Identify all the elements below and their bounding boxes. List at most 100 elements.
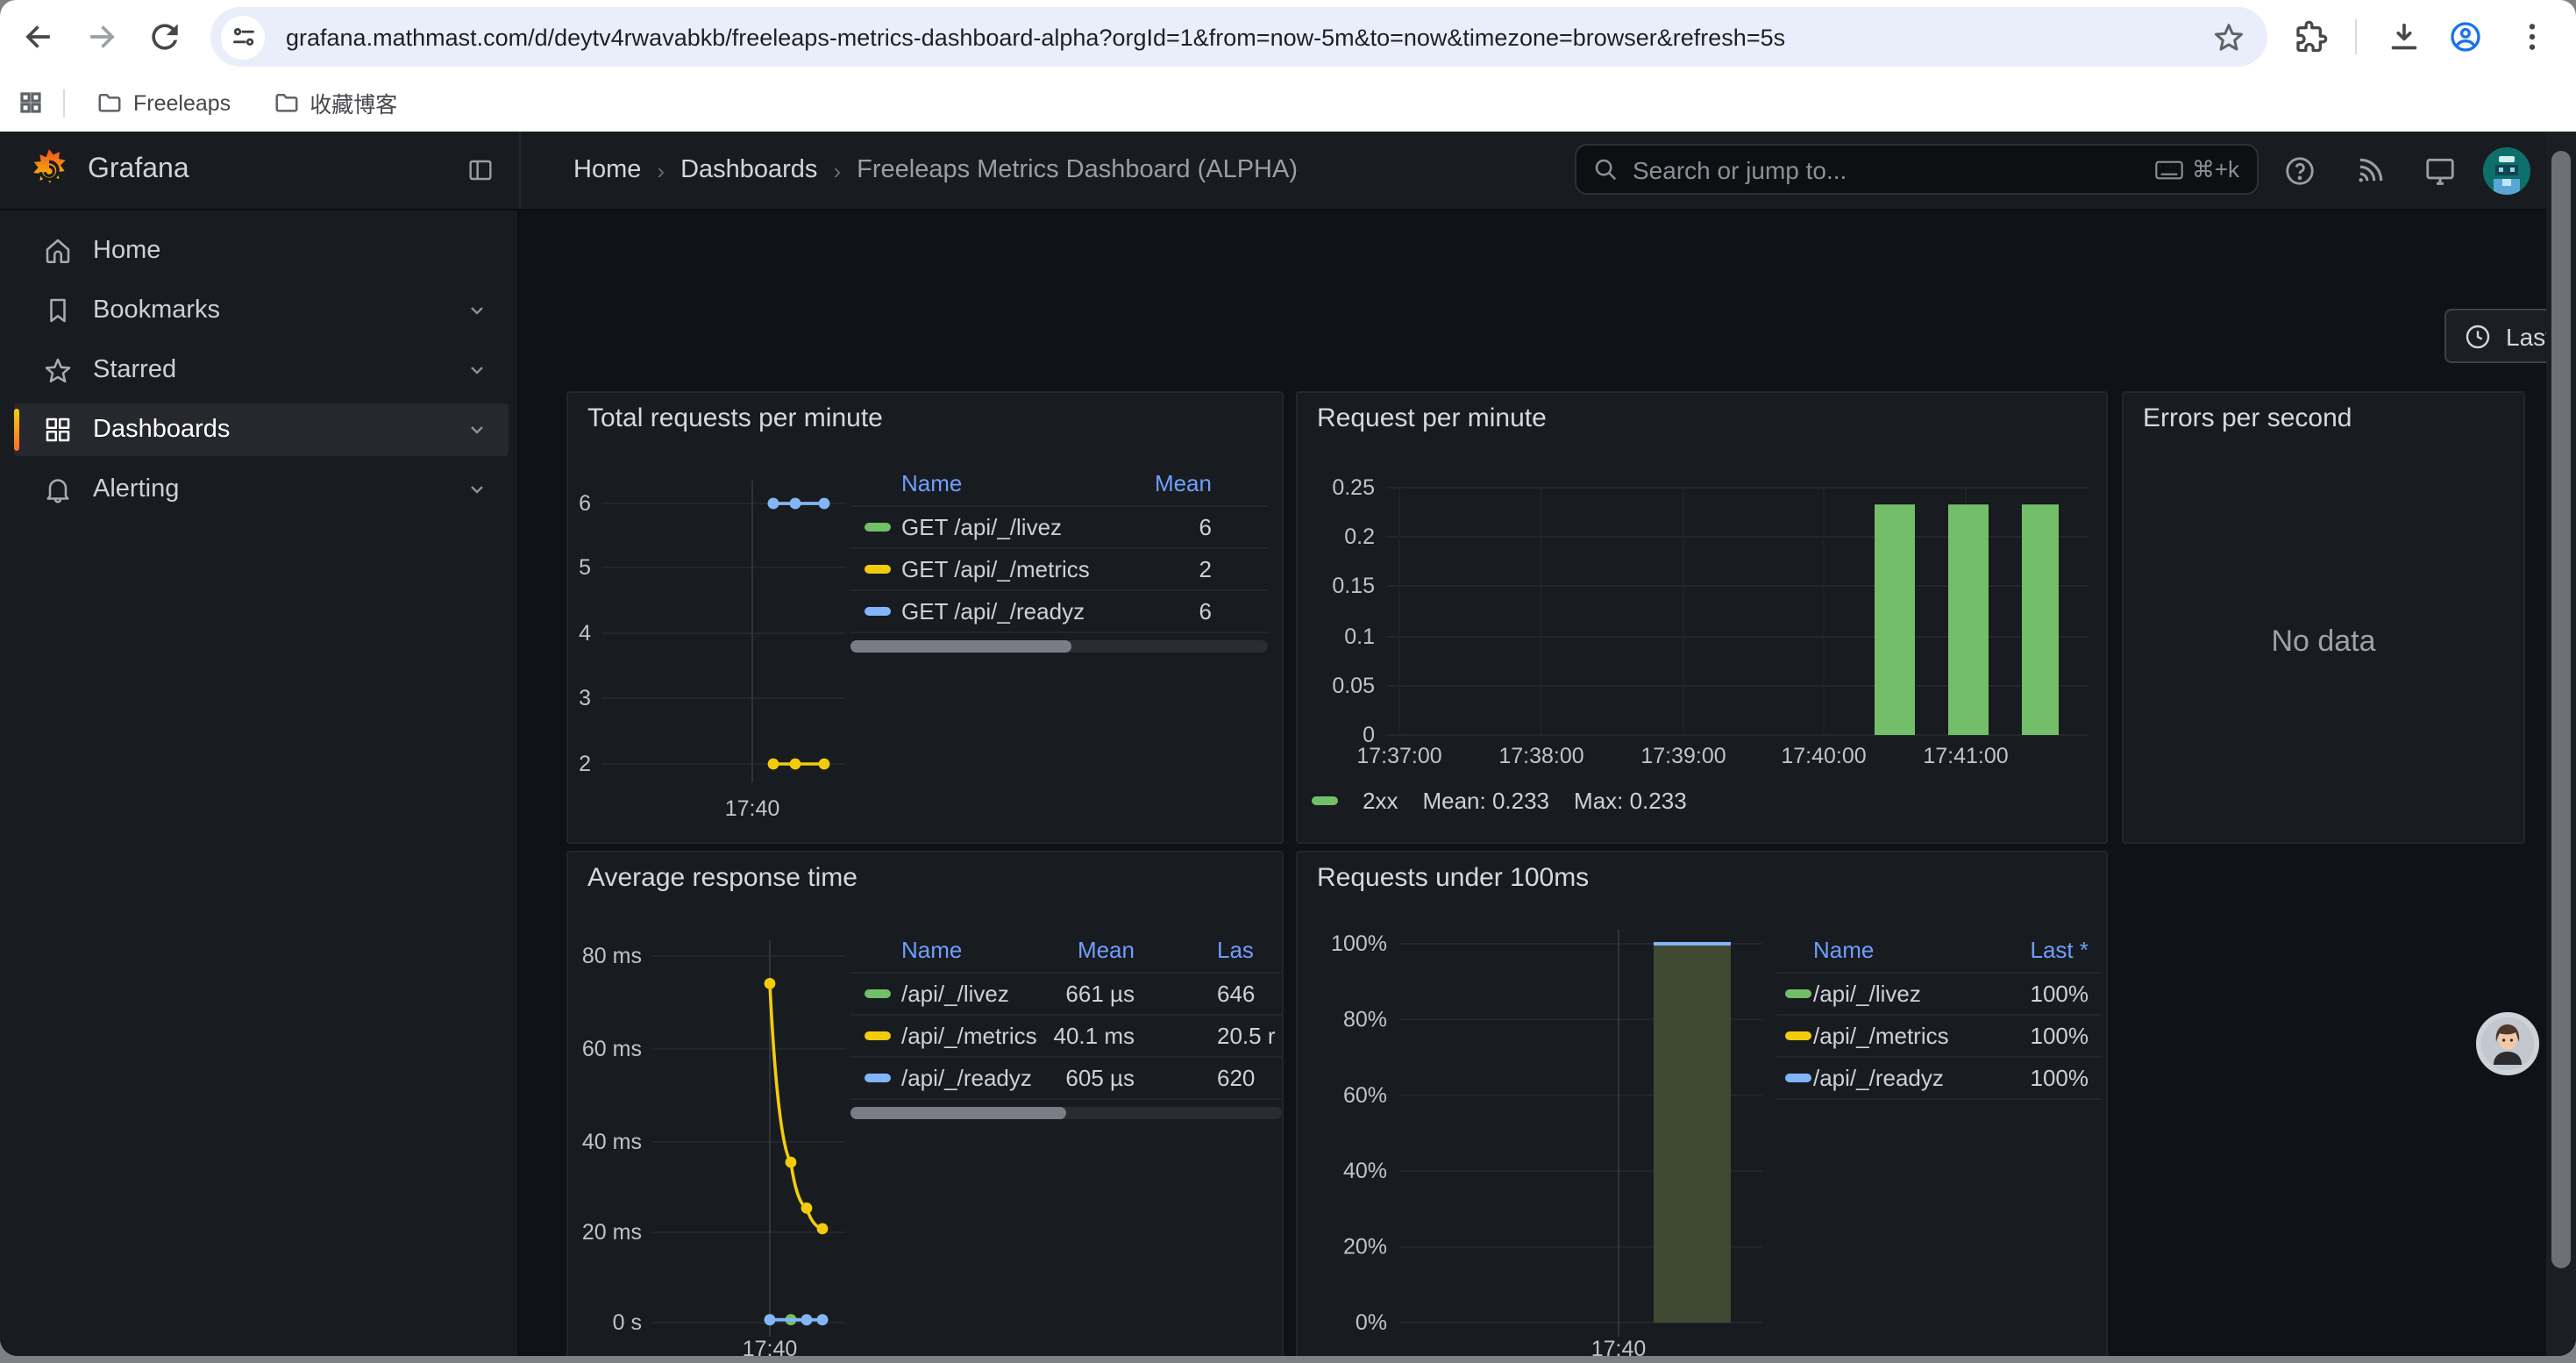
legend-row[interactable]: GET /api/_/metrics2 bbox=[850, 549, 1268, 591]
legend-scrollbar[interactable] bbox=[850, 640, 1268, 653]
folder-icon bbox=[96, 89, 123, 116]
sidebar-item-label: Home bbox=[93, 237, 509, 265]
legend-scrollbar-thumb[interactable] bbox=[850, 1107, 1066, 1119]
legend-cell: 2 bbox=[850, 549, 1212, 589]
search-input[interactable]: Search or jump to... ⌘+k bbox=[1575, 144, 2259, 195]
legend-cell: 646 bbox=[1217, 974, 1255, 1014]
help-icon[interactable] bbox=[2283, 154, 2316, 188]
breadcrumb-item[interactable]: Home bbox=[573, 156, 641, 184]
chevron-down-icon[interactable] bbox=[466, 360, 487, 381]
grafana-header: Grafana Home›Dashboards›Freeleaps Metric… bbox=[0, 132, 2576, 211]
search-placeholder: Search or jump to... bbox=[1633, 155, 2155, 183]
download-icon[interactable] bbox=[2387, 19, 2422, 54]
sidebar-item-starred[interactable]: Starred bbox=[14, 344, 509, 396]
legend-row[interactable]: /api/_/metrics100% bbox=[1776, 1016, 2101, 1058]
keyboard-icon bbox=[2155, 159, 2183, 180]
sidebar-item-dashboards[interactable]: Dashboards bbox=[14, 403, 509, 456]
legend-column-header[interactable]: Las bbox=[1217, 930, 1254, 972]
clock-icon bbox=[2464, 322, 2492, 350]
legend-row[interactable]: GET /api/_/livez6 bbox=[850, 507, 1268, 549]
profile-icon[interactable] bbox=[2448, 19, 2483, 54]
legend-header-row: NameMean bbox=[850, 463, 1268, 507]
breadcrumb-item[interactable]: Dashboards bbox=[680, 156, 817, 184]
legend-row[interactable]: /api/_/livez661 µs646 bbox=[850, 974, 1282, 1016]
svg-text:80 ms: 80 ms bbox=[582, 944, 642, 968]
svg-text:2: 2 bbox=[579, 752, 591, 776]
svg-text:20 ms: 20 ms bbox=[582, 1220, 642, 1245]
apps-grid-icon[interactable] bbox=[18, 89, 44, 116]
monitor-icon[interactable] bbox=[2423, 154, 2457, 188]
svg-text:0.2: 0.2 bbox=[1344, 525, 1375, 549]
sidebar-item-label: Dashboards bbox=[93, 416, 466, 444]
news-rss-icon[interactable] bbox=[2353, 154, 2387, 188]
panel-title: Errors per second bbox=[2143, 403, 2352, 433]
bar-chart: 0.250.20.150.10.05017:37:0017:38:0017:39… bbox=[1298, 393, 2106, 842]
page-scrollbar[interactable] bbox=[2546, 132, 2576, 1356]
legend-row[interactable]: /api/_/readyz605 µs620 bbox=[850, 1058, 1282, 1100]
legend-row[interactable]: /api/_/readyz100% bbox=[1776, 1058, 2101, 1100]
user-avatar[interactable] bbox=[2483, 147, 2530, 195]
bookmark-star-icon[interactable] bbox=[2211, 19, 2246, 54]
back-icon[interactable] bbox=[19, 18, 58, 56]
legend-cell: 6 bbox=[850, 591, 1212, 632]
legend-cell: 100% bbox=[1776, 1016, 2089, 1056]
folder-icon bbox=[273, 89, 299, 116]
scrollbar-thumb[interactable] bbox=[2551, 151, 2571, 1268]
url-bar[interactable]: grafana.mathmast.com/d/deytv4rwavabkb/fr… bbox=[210, 7, 2267, 67]
site-info-icon[interactable] bbox=[221, 15, 265, 59]
url-text: grafana.mathmast.com/d/deytv4rwavabkb/fr… bbox=[286, 24, 2211, 50]
svg-text:17:41:00: 17:41:00 bbox=[1923, 744, 2008, 768]
svg-text:40%: 40% bbox=[1343, 1159, 1387, 1183]
legend-table: NameMeanLas/api/_/livez661 µs646/api/_/m… bbox=[850, 930, 1282, 1119]
toolbar-divider bbox=[2355, 19, 2357, 54]
legend-row[interactable]: GET /api/_/readyz6 bbox=[850, 591, 1268, 633]
legend-row[interactable]: /api/_/metrics40.1 ms20.5 r bbox=[850, 1016, 1282, 1058]
chevron-down-icon[interactable] bbox=[466, 419, 487, 440]
legend-column-header[interactable]: Last * bbox=[1776, 930, 2089, 972]
no-data-message: No data bbox=[2124, 624, 2523, 660]
search-shortcut: ⌘+k bbox=[2155, 155, 2239, 183]
bookmark-folders: Freeleaps 收藏博客 bbox=[82, 79, 411, 126]
breadcrumb-separator: › bbox=[657, 157, 665, 183]
panel-total-requests-per-minute: Total requests per minute 6543217:40 Nam… bbox=[566, 391, 1284, 844]
legend-header-row: NameMeanLas bbox=[850, 930, 1282, 974]
legend-cell: 40.1 ms bbox=[850, 1016, 1135, 1056]
svg-text:0.25: 0.25 bbox=[1332, 475, 1375, 500]
svg-text:5: 5 bbox=[579, 555, 591, 580]
legend-scrollbar[interactable] bbox=[850, 1107, 1282, 1119]
legend-row[interactable]: /api/_/livez100% bbox=[1776, 974, 2101, 1016]
svg-text:0%: 0% bbox=[1356, 1310, 1387, 1335]
chevron-down-icon[interactable] bbox=[466, 479, 487, 500]
svg-text:0.15: 0.15 bbox=[1332, 574, 1375, 598]
sidebar-item-alerting[interactable]: Alerting bbox=[14, 463, 509, 516]
reload-icon[interactable] bbox=[146, 18, 184, 56]
legend-cell: 6 bbox=[850, 507, 1212, 547]
svg-text:20%: 20% bbox=[1343, 1235, 1387, 1260]
menu-kebab-icon[interactable] bbox=[2515, 19, 2550, 54]
assistant-avatar[interactable] bbox=[2476, 1012, 2539, 1075]
legend-column-header[interactable]: Mean bbox=[850, 463, 1212, 505]
bookmark-folder[interactable]: Freeleaps bbox=[82, 82, 245, 123]
bookmark-label: Freeleaps bbox=[133, 90, 231, 115]
grafana-logo-icon[interactable] bbox=[26, 147, 72, 193]
bookmark-icon bbox=[42, 295, 74, 326]
sidebar-item-home[interactable]: Home bbox=[14, 225, 509, 277]
breadcrumb: Home›Dashboards›Freeleaps Metrics Dashbo… bbox=[573, 132, 1298, 209]
svg-text:6: 6 bbox=[579, 491, 591, 516]
browser-window: grafana.mathmast.com/d/deytv4rwavabkb/fr… bbox=[0, 0, 2576, 1356]
legend-cell: 20.5 r bbox=[1217, 1016, 1276, 1056]
panel-average-response-time: Average response time 80 ms60 ms40 ms20 … bbox=[566, 851, 1284, 1356]
legend-column-header[interactable]: Mean bbox=[850, 930, 1135, 972]
bookmark-folder[interactable]: 收藏博客 bbox=[259, 79, 411, 126]
svg-text:0.05: 0.05 bbox=[1332, 674, 1375, 698]
extensions-icon[interactable] bbox=[2294, 19, 2329, 54]
legend-scrollbar-thumb[interactable] bbox=[850, 640, 1071, 653]
chevron-down-icon[interactable] bbox=[466, 300, 487, 321]
legend[interactable]: 2xx Mean: 0.233 Max: 0.233 bbox=[1312, 788, 1687, 814]
search-icon bbox=[1592, 156, 1619, 182]
forward-icon[interactable] bbox=[82, 18, 121, 56]
panel-request-per-minute: Request per minute 0.250.20.150.10.05017… bbox=[1296, 391, 2108, 844]
collapse-sidebar-icon[interactable] bbox=[466, 156, 495, 184]
legend-header-row: NameLast * bbox=[1776, 930, 2101, 974]
sidebar-item-bookmarks[interactable]: Bookmarks bbox=[14, 284, 509, 337]
